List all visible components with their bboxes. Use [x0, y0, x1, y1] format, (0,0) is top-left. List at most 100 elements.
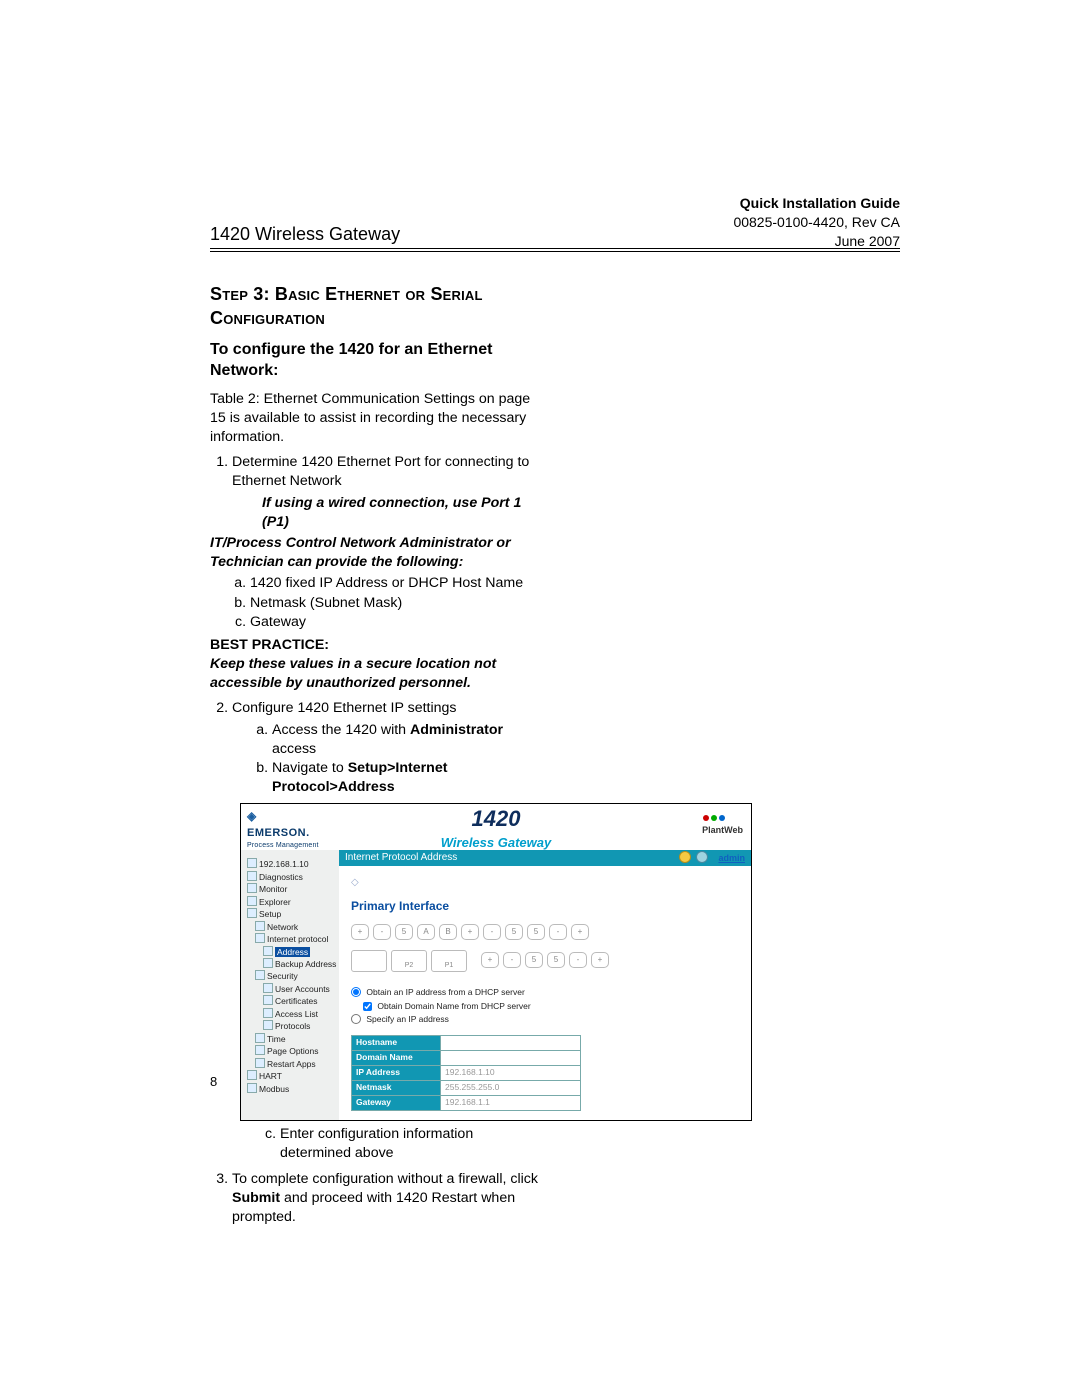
doc-number: 00825-0100-4420, Rev CA	[733, 213, 900, 232]
table-row: Netmask255.255.255.0	[352, 1080, 581, 1095]
alpha-b1: Access the 1420 with Administrator acces…	[272, 721, 540, 759]
guide-title: Quick Installation Guide	[733, 194, 900, 213]
step-li1: Determine 1420 Ethernet Port for connect…	[232, 453, 540, 532]
cfg-key: Hostname	[352, 1035, 441, 1050]
page-number: 8	[210, 1074, 217, 1089]
terminal-slot: +	[571, 924, 589, 940]
alpha-a1: 1420 fixed IP Address or DHCP Host Name	[250, 574, 540, 593]
sidebar-item[interactable]: Explorer	[247, 896, 335, 908]
sidebar-tree[interactable]: 192.168.1.10DiagnosticsMonitorExplorerSe…	[241, 850, 339, 1120]
main-panel: ◇ Primary Interface +-5AB+-55-+ P2 P1 +-…	[339, 866, 751, 1120]
terminal-slot: +	[591, 952, 609, 968]
terminal-slot: 5	[527, 924, 545, 940]
shot-header: ◈ EMERSON. Process Management 1420 Wirel…	[241, 804, 751, 850]
ip-mode-radios: Obtain an IP address from a DHCP server …	[351, 986, 741, 1027]
radio-specify-ip[interactable]	[351, 1014, 361, 1024]
alpha-a3: Gateway	[250, 613, 540, 632]
step-list-3: To complete configuration without a fire…	[210, 1170, 540, 1228]
sidebar-item[interactable]: Protocols	[263, 1020, 335, 1032]
radio-dhcp[interactable]	[351, 987, 361, 997]
sidebar-item[interactable]: Security	[255, 970, 335, 982]
globe-icon[interactable]	[696, 851, 708, 863]
sidebar-item[interactable]: Setup	[247, 908, 335, 920]
admin-link[interactable]: admin	[718, 853, 745, 863]
plantweb-logo: PlantWeb	[702, 812, 743, 836]
terminal-slot: 5	[525, 952, 543, 968]
sidebar-item[interactable]: Address	[263, 946, 335, 958]
sidebar-item[interactable]: Diagnostics	[247, 871, 335, 883]
section-title-bar: Internet Protocol Address admin	[339, 850, 751, 866]
product-name: 1420 Wireless Gateway	[210, 224, 400, 245]
sidebar-item[interactable]: Modbus	[247, 1083, 335, 1095]
port-p2: P2	[391, 950, 427, 972]
terminal-slot: 5	[547, 952, 565, 968]
sidebar-item[interactable]: Certificates	[263, 995, 335, 1007]
document-page: Quick Installation Guide 00825-0100-4420…	[0, 0, 720, 1227]
cfg-value[interactable]: 255.255.255.0	[441, 1080, 581, 1095]
config-table: HostnameDomain NameIP Address192.168.1.1…	[351, 1035, 581, 1111]
terminal-slot: -	[503, 952, 521, 968]
step-li3: To complete configuration without a fire…	[232, 1170, 540, 1228]
bar-icons: admin	[679, 850, 745, 866]
sidebar-item[interactable]: Page Options	[255, 1045, 335, 1057]
embedded-screenshot: ◈ EMERSON. Process Management 1420 Wirel…	[240, 803, 752, 1121]
cfg-key: Netmask	[352, 1080, 441, 1095]
cfg-key: Domain Name	[352, 1050, 441, 1065]
terminal-slot: 5	[395, 924, 413, 940]
terminal-slot: A	[417, 924, 435, 940]
terminal-slot: 5	[505, 924, 523, 940]
alpha-b2: Navigate to Setup>Internet Protocol>Addr…	[272, 759, 540, 797]
port-icons: P2 P1	[351, 950, 467, 972]
cfg-value[interactable]	[441, 1035, 581, 1050]
sidebar-item[interactable]: User Accounts	[263, 983, 335, 995]
terminal-slot: -	[373, 924, 391, 940]
alpha-list-b-cont: Enter configuration information determin…	[240, 1125, 540, 1163]
step-heading: Step 3: Basic Ethernet or Serial Configu…	[210, 282, 540, 331]
sidebar-item[interactable]: 192.168.1.10	[247, 858, 335, 870]
alpha-list-b: Access the 1420 with Administrator acces…	[232, 721, 540, 798]
terminal-slot: -	[549, 924, 567, 940]
device-title: 1420 Wireless Gateway	[241, 804, 751, 851]
terminal-slot: B	[439, 924, 457, 940]
port-p0	[351, 950, 387, 972]
sidebar-item[interactable]: Restart Apps	[255, 1058, 335, 1070]
step-list-2: Configure 1420 Ethernet IP settings Acce…	[210, 699, 540, 797]
terminal-slot: +	[481, 952, 499, 968]
alpha-a2: Netmask (Subnet Mask)	[250, 594, 540, 613]
table-row: Hostname	[352, 1035, 581, 1050]
alpha-b3: Enter configuration information determin…	[280, 1125, 540, 1163]
sidebar-item[interactable]: HART	[247, 1070, 335, 1082]
best-practice-label: BEST PRACTICE:	[210, 636, 540, 655]
table-row: Gateway192.168.1.1	[352, 1095, 581, 1110]
cfg-key: Gateway	[352, 1095, 441, 1110]
port-p1: P1	[431, 950, 467, 972]
checkbox-domain-dhcp[interactable]	[363, 1002, 372, 1011]
sidebar-item[interactable]: Time	[255, 1033, 335, 1045]
step-intro: Table 2: Ethernet Communication Settings…	[210, 390, 540, 448]
sidebar-item[interactable]: Backup Address	[263, 958, 335, 970]
header-rule	[210, 248, 900, 252]
cfg-value[interactable]: 192.168.1.1	[441, 1095, 581, 1110]
terminal-slot: -	[483, 924, 501, 940]
cfg-key: IP Address	[352, 1065, 441, 1080]
info-icon[interactable]	[679, 851, 691, 863]
cfg-value[interactable]	[441, 1050, 581, 1065]
sidebar-item[interactable]: Network	[255, 921, 335, 933]
it-line: IT/Process Control Network Administrator…	[210, 534, 540, 572]
best-practice-text: Keep these values in a secure location n…	[210, 655, 540, 693]
table-row: Domain Name	[352, 1050, 581, 1065]
sidebar-item[interactable]: Internet protocol	[255, 933, 335, 945]
table-row: IP Address192.168.1.10	[352, 1065, 581, 1080]
header-right: Quick Installation Guide 00825-0100-4420…	[733, 194, 900, 251]
terminal-slots-mid: +-55-+	[481, 952, 609, 968]
cfg-value[interactable]: 192.168.1.10	[441, 1065, 581, 1080]
sidebar-item[interactable]: Monitor	[247, 883, 335, 895]
step-li2: Configure 1420 Ethernet IP settings Acce…	[232, 699, 540, 797]
terminal-slot: -	[569, 952, 587, 968]
li1-note: If using a wired connection, use Port 1 …	[262, 494, 540, 532]
sidebar-item[interactable]: Access List	[263, 1008, 335, 1020]
page-content: Step 3: Basic Ethernet or Serial Configu…	[210, 282, 540, 1227]
terminal-slot: +	[461, 924, 479, 940]
step-list: Determine 1420 Ethernet Port for connect…	[210, 453, 540, 532]
step-subhead: To configure the 1420 for an Ethernet Ne…	[210, 339, 540, 382]
